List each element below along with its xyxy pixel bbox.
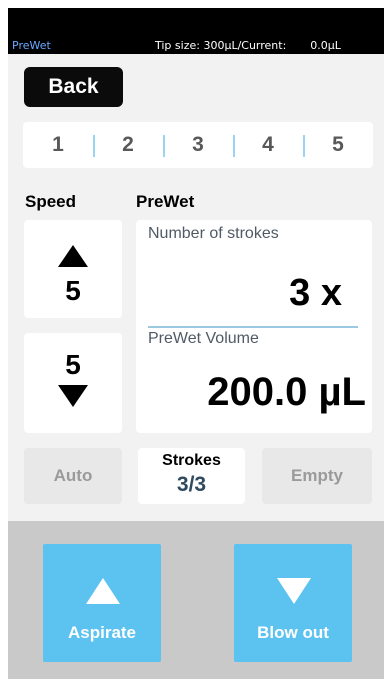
pipette-screen: PreWet Tip size: 300µL/Current: 0.0µL Bac… xyxy=(8,8,384,679)
aspirate-label: Aspirate xyxy=(67,623,137,642)
auto-button[interactable]: Auto xyxy=(24,448,122,504)
prewet-heading: PreWet xyxy=(136,192,195,211)
strokes-label: Number of strokes xyxy=(148,225,279,242)
step-1[interactable]: 1 xyxy=(23,133,93,157)
arrow-up-icon xyxy=(86,578,120,604)
strokes-counter-value: 3/3 xyxy=(176,473,207,496)
speed-down-value: 5 xyxy=(65,349,81,380)
tip-size-readout: Tip size: 300µL/Current: 0.0µL xyxy=(155,39,341,52)
divider xyxy=(148,326,358,328)
speed-up-button[interactable]: 5 xyxy=(24,220,122,318)
step-5[interactable]: 5 xyxy=(303,133,373,157)
volume-value[interactable]: 200.0 µL xyxy=(207,370,366,415)
prewet-settings-panel: Number of strokes 3 x PreWet Volume 200.… xyxy=(136,220,372,433)
speed-heading: Speed xyxy=(25,192,77,211)
volume-label: PreWet Volume xyxy=(148,330,259,347)
speed-up-value: 5 xyxy=(65,275,81,306)
main-panel: Back 1 2 3 4 5 Speed PreWet 5 5 Number o… xyxy=(8,54,384,521)
blow-out-button[interactable]: Blow out xyxy=(234,544,352,662)
mode-indicator: PreWet xyxy=(12,39,51,52)
arrow-up-icon xyxy=(58,245,88,267)
strokes-value[interactable]: 3 x xyxy=(289,272,342,315)
blow-out-label: Blow out xyxy=(257,623,329,642)
empty-button[interactable]: Empty xyxy=(262,448,372,504)
arrow-down-icon xyxy=(58,385,88,407)
speed-down-button[interactable]: 5 xyxy=(24,333,122,433)
step-2[interactable]: 2 xyxy=(93,133,163,157)
step-3[interactable]: 3 xyxy=(163,133,233,157)
step-4[interactable]: 4 xyxy=(233,133,303,157)
step-selector: 1 2 3 4 5 xyxy=(23,122,373,168)
arrow-down-icon xyxy=(277,578,311,604)
strokes-counter: Strokes 3/3 xyxy=(138,448,245,504)
strokes-counter-title: Strokes xyxy=(162,452,221,469)
action-bar: Aspirate Blow out xyxy=(8,521,384,679)
current-volume-value: 0.0µL xyxy=(310,39,341,52)
status-bar: PreWet Tip size: 300µL/Current: 0.0µL xyxy=(8,8,384,54)
tip-size-label: Tip size: 300µL/Current: xyxy=(155,39,287,52)
aspirate-button[interactable]: Aspirate xyxy=(43,544,161,662)
back-button[interactable]: Back xyxy=(24,67,123,107)
